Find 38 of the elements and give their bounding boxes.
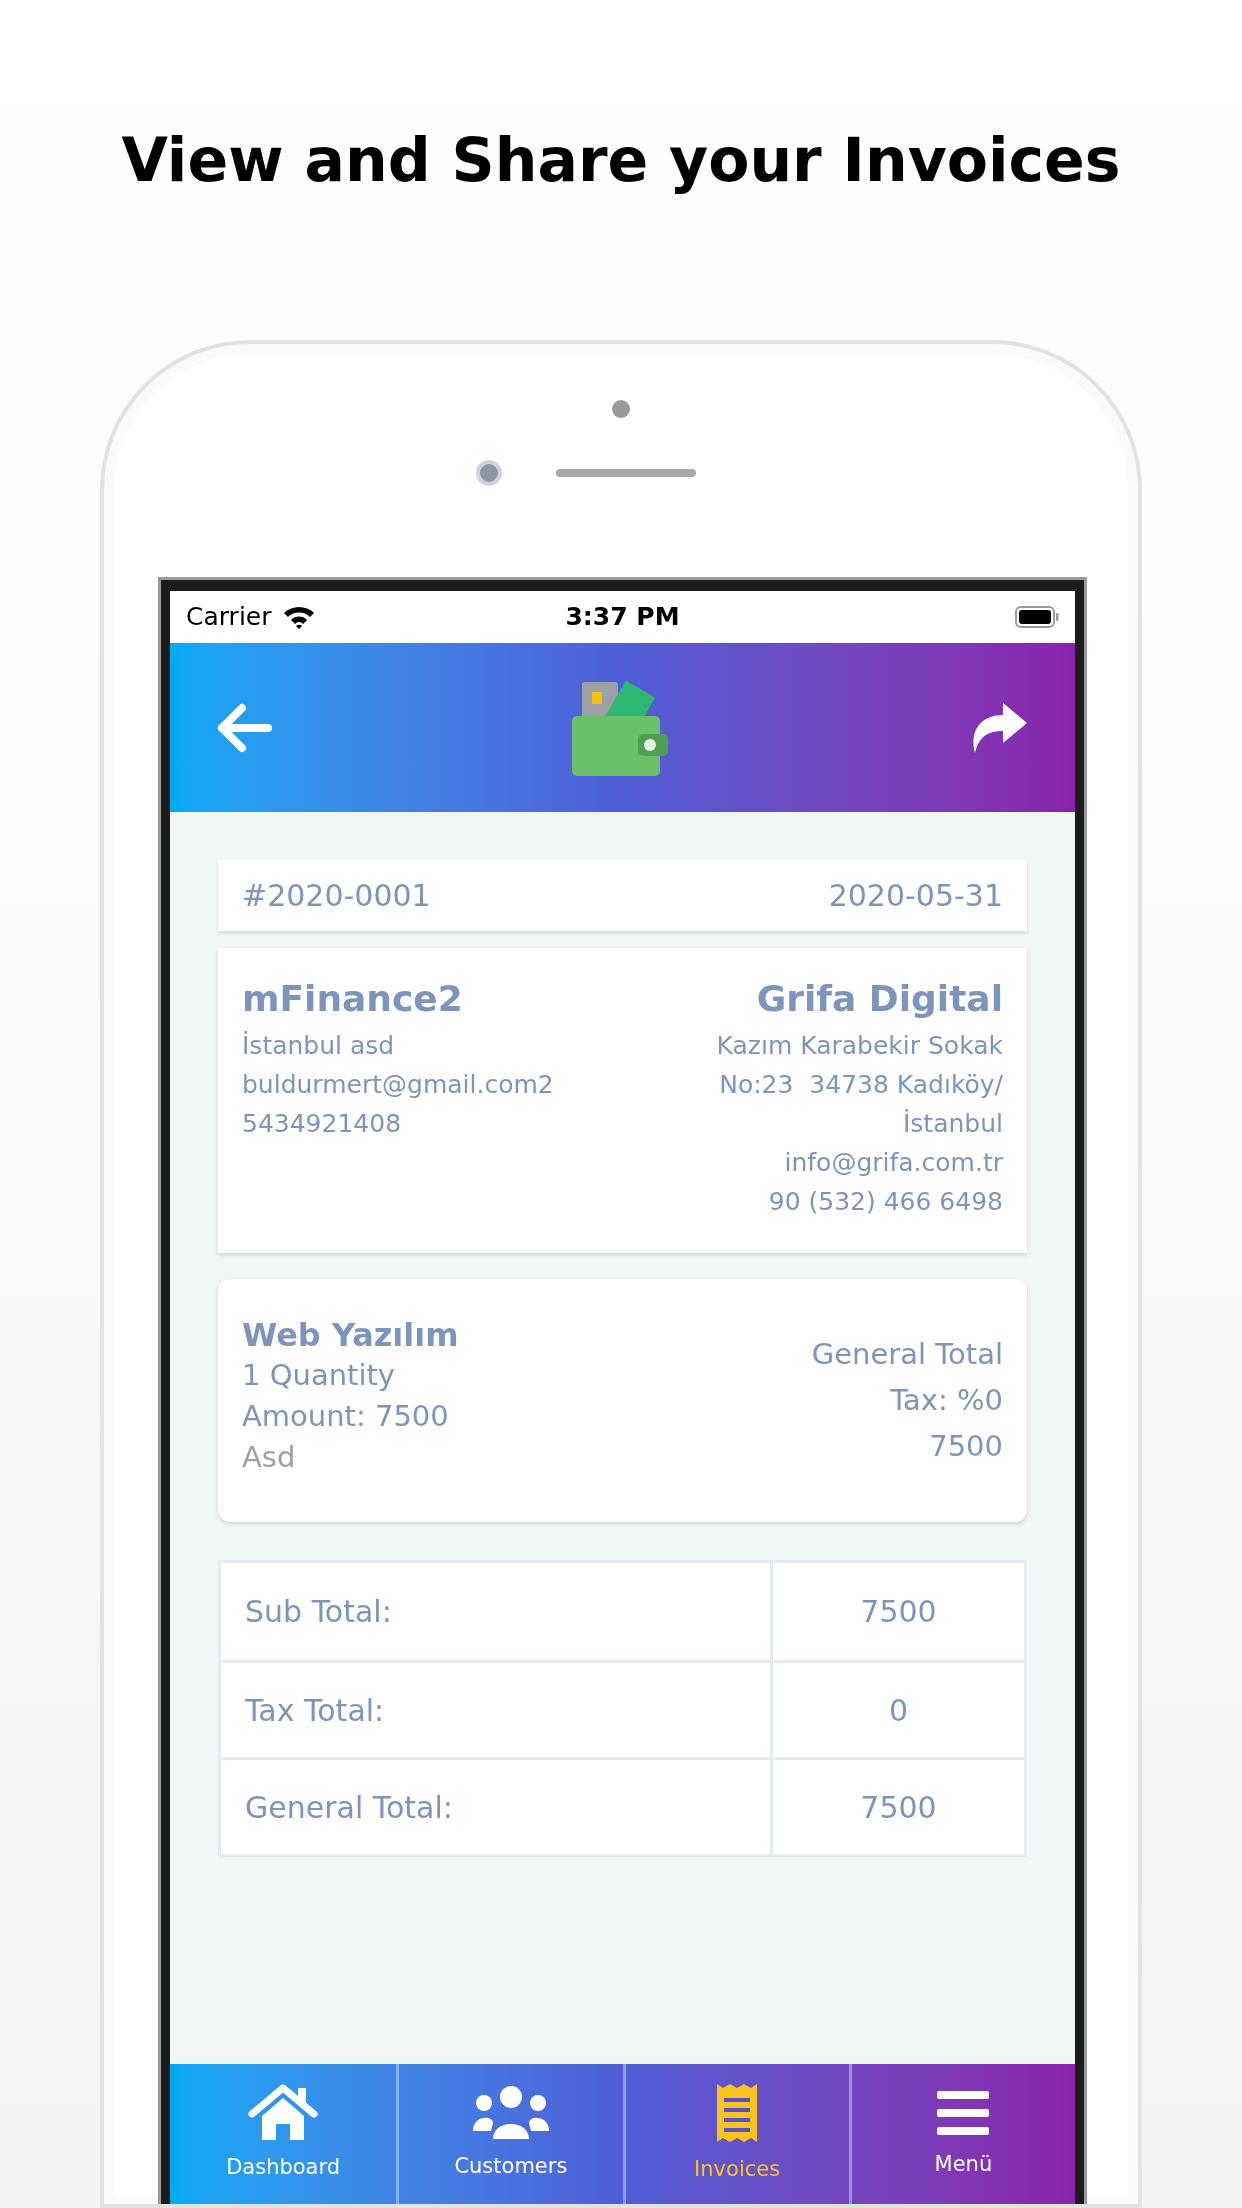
customer-name: mFinance2 (242, 977, 464, 1021)
carrier-label: Carrier (186, 601, 272, 634)
receipt-icon (715, 2082, 760, 2145)
people-icon (470, 2085, 551, 2142)
tab-button[interactable]: Menü (848, 2064, 1075, 2204)
item-total-label: General Total (811, 1336, 1003, 1373)
item-total: 7500 (929, 1428, 1003, 1465)
back-arrow-icon[interactable] (216, 701, 272, 754)
wallet-icon (571, 679, 668, 776)
item-name: Web Yazılım (242, 1315, 459, 1355)
total-label: General Total: (221, 1760, 773, 1854)
tab-button[interactable]: Customers (396, 2064, 623, 2204)
total-label: Tax Total: (221, 1663, 773, 1757)
battery-icon (1015, 606, 1059, 628)
customer-detail: İstanbul asd (242, 1030, 396, 1062)
customer-detail: buldurmert@gmail.com2 (242, 1069, 554, 1101)
company-detail: 90 (532) 466 6498 (768, 1186, 1003, 1218)
item-note: Asd (242, 1439, 297, 1476)
item-amount: Amount: 7500 (242, 1398, 450, 1435)
total-value: 0 (887, 1691, 910, 1730)
camera-lens (476, 460, 502, 486)
company-detail: Kazım Karabekir Sokak (716, 1030, 1003, 1062)
company-detail: No:23 34738 Kadıköy/ (719, 1069, 1003, 1101)
total-value: 7500 (859, 1593, 938, 1631)
company-name: Grifa Digital (756, 977, 1003, 1021)
invoice-date: 2020-05-31 (828, 877, 1003, 915)
tab-button[interactable]: Dashboard (170, 2064, 397, 2204)
company-detail: İstanbul (902, 1108, 1003, 1140)
status-time: 3:37 PM (565, 601, 680, 634)
house-icon (248, 2084, 319, 2143)
customer-detail: 5434921408 (242, 1108, 403, 1140)
total-label: Sub Total: (221, 1563, 773, 1660)
tab-button[interactable]: Invoices (622, 2064, 849, 2204)
company-detail: info@grifa.com.tr (784, 1147, 1003, 1179)
item-tax: Tax: %0 (890, 1382, 1003, 1419)
total-value: 7500 (859, 1788, 938, 1827)
invoice-number: #2020-0001 (242, 877, 431, 915)
item-quantity: 1 Quantity (242, 1357, 396, 1394)
